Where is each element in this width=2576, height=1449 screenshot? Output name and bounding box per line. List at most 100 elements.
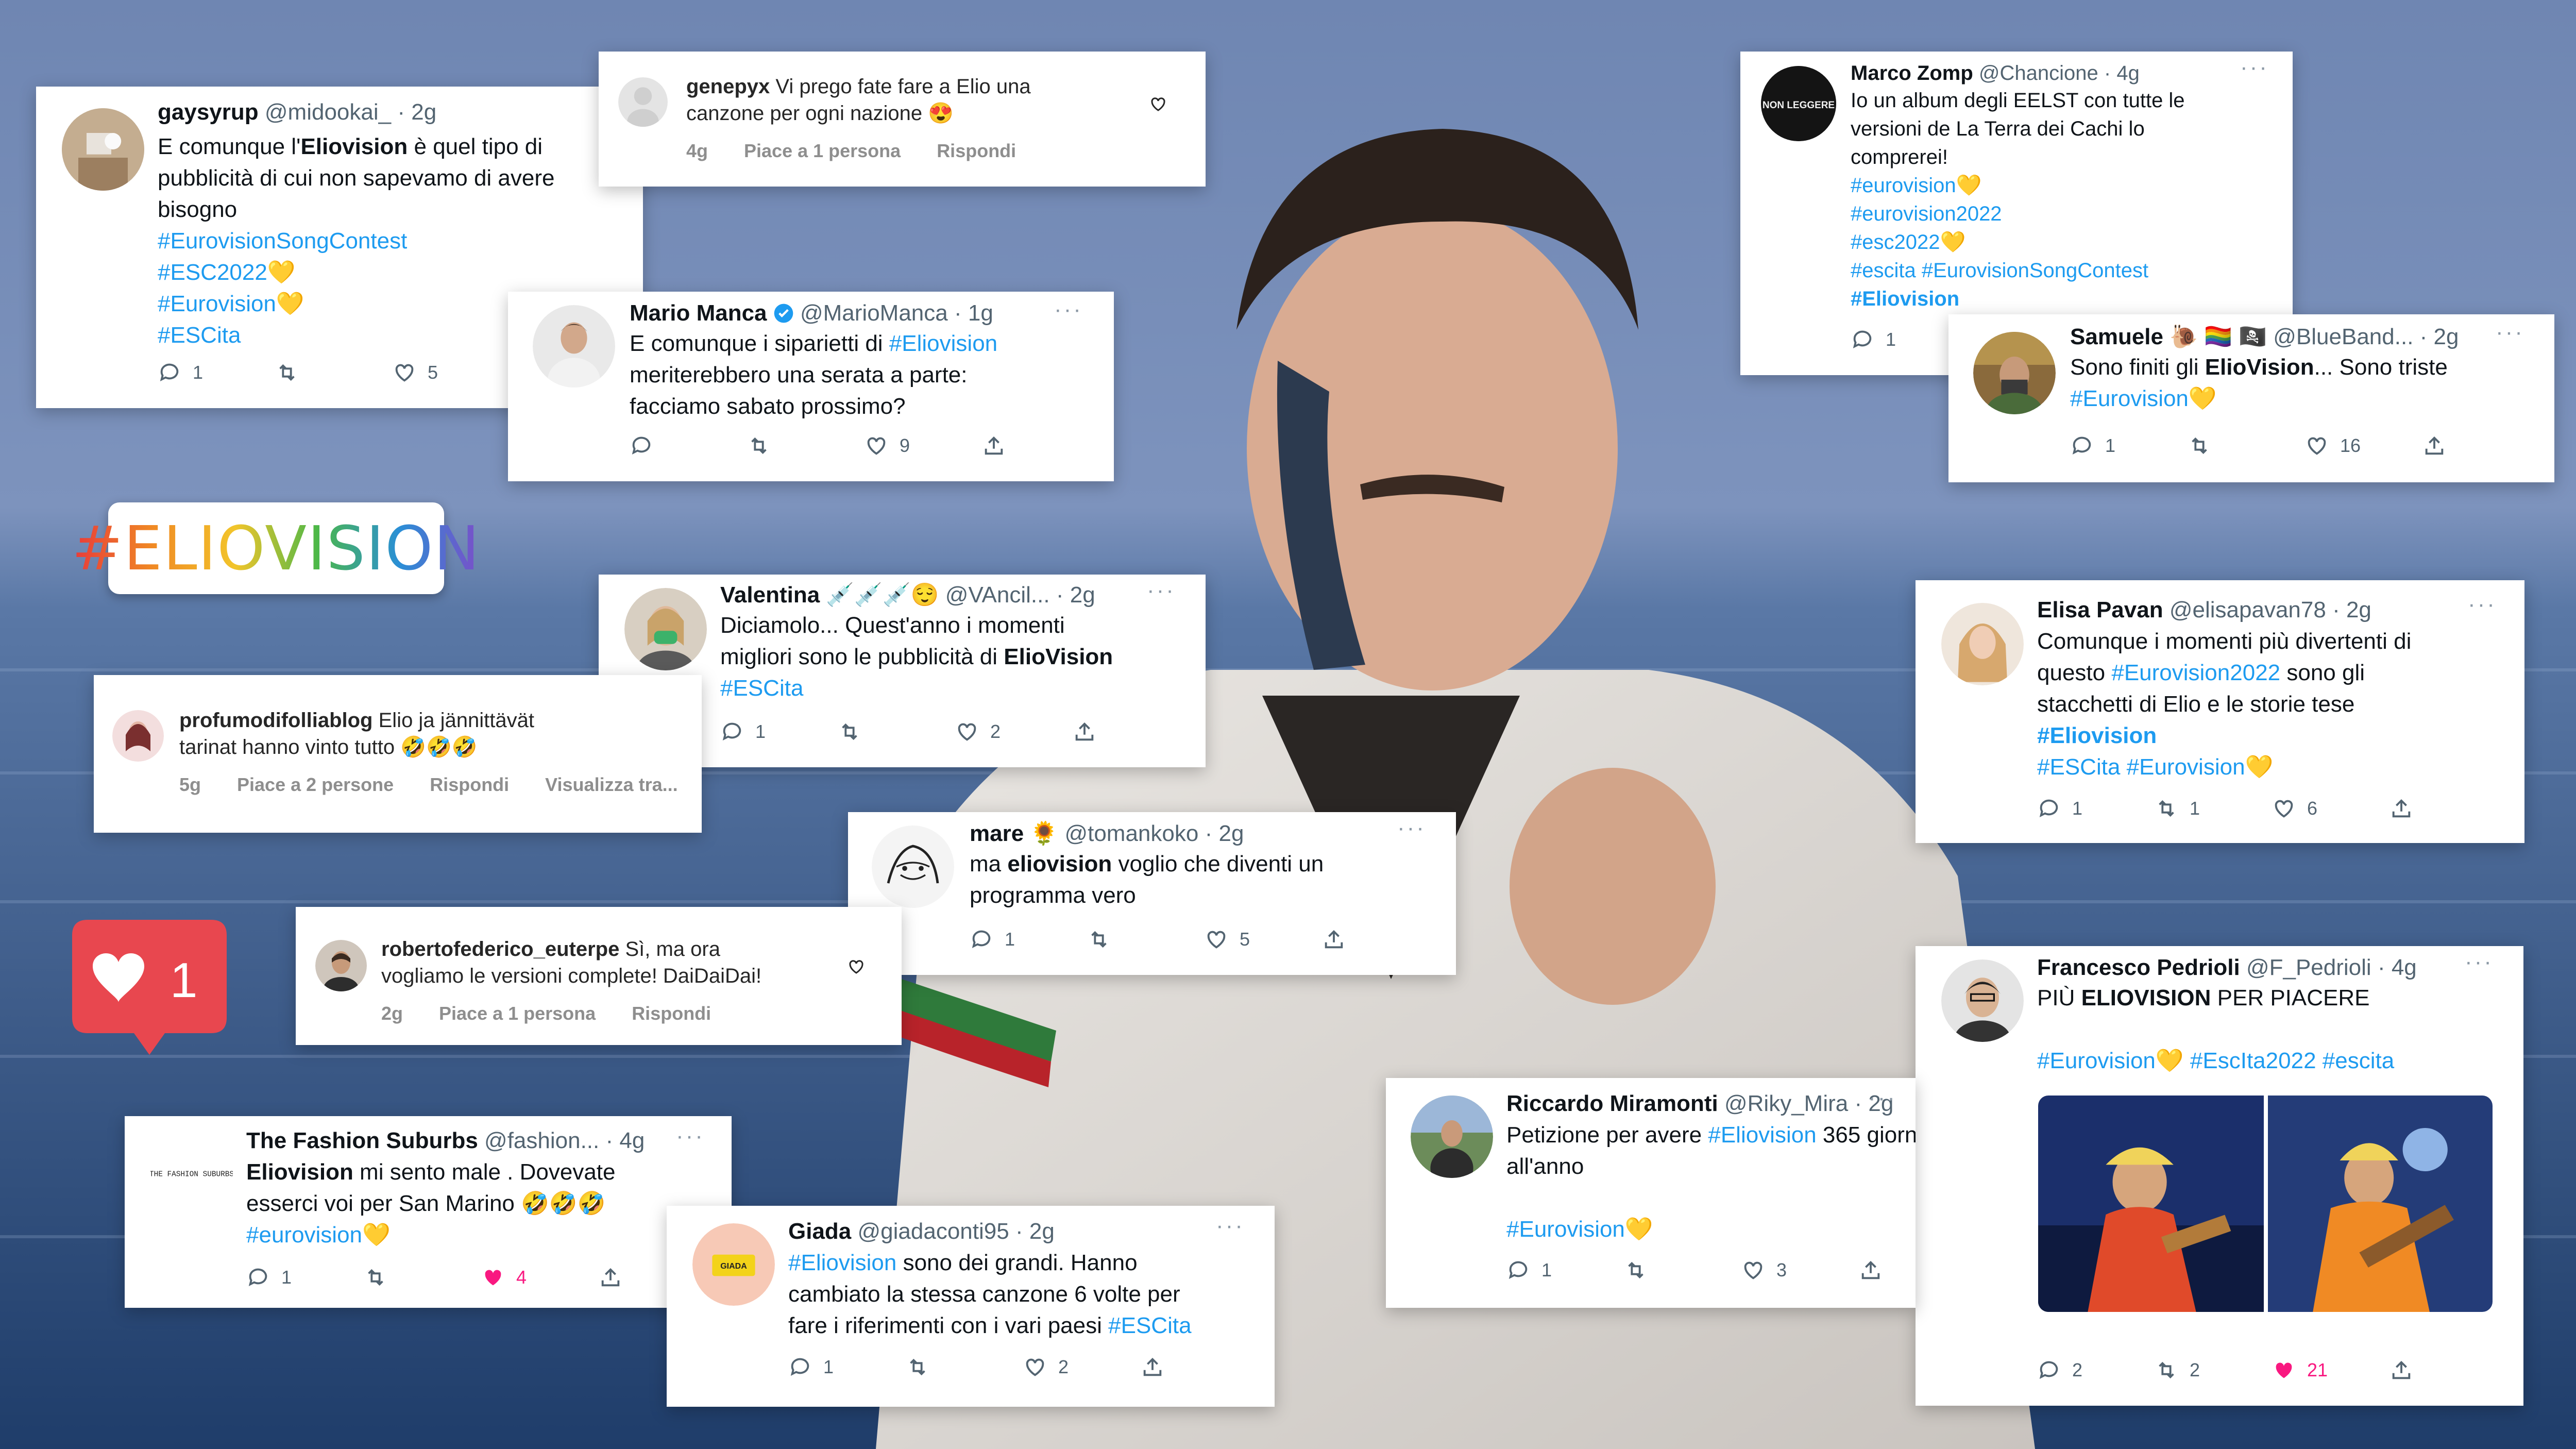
more-options-icon[interactable]: ··· bbox=[1397, 815, 1426, 841]
tweet-time[interactable]: 4g bbox=[2392, 955, 2417, 980]
tweet-card-mario-manca[interactable]: Mario Manca @MarioManca · 1g ··· E comun… bbox=[508, 292, 1114, 481]
user-handle[interactable]: @fashion... bbox=[484, 1128, 599, 1153]
reply-button[interactable]: 1 bbox=[246, 1266, 364, 1289]
reply-button[interactable]: 2 bbox=[2037, 1358, 2155, 1382]
avatar[interactable] bbox=[624, 588, 707, 670]
hashtag-link[interactable]: #ESC2022💛 bbox=[158, 257, 554, 288]
hashtag-link[interactable]: #Eliovision bbox=[788, 1250, 896, 1275]
tweet-time[interactable]: 4g bbox=[2116, 62, 2140, 85]
share-button[interactable] bbox=[982, 434, 1006, 458]
display-name[interactable]: Samuele 🐌 🏳️‍🌈 🏴‍☠️ bbox=[2070, 324, 2267, 349]
like-button[interactable]: 2 bbox=[955, 720, 1073, 744]
heart-icon[interactable] bbox=[1149, 95, 1167, 113]
hashtag-link[interactable]: #Eliovision bbox=[1851, 285, 2185, 313]
share-button[interactable] bbox=[1859, 1258, 1883, 1282]
hashtag-link[interactable]: #ESCita bbox=[1108, 1313, 1191, 1338]
hashtag-link[interactable]: #Eliovision bbox=[2037, 720, 2411, 751]
like-button[interactable]: 6 bbox=[2272, 797, 2389, 820]
more-options-icon[interactable]: ··· bbox=[2496, 319, 2524, 345]
display-name[interactable]: Giada bbox=[788, 1219, 851, 1244]
reply-link[interactable]: Rispondi bbox=[937, 140, 1016, 161]
share-button[interactable] bbox=[1322, 928, 1346, 951]
media-image-left[interactable] bbox=[2038, 1096, 2264, 1312]
display-name[interactable]: Mario Manca bbox=[630, 300, 767, 326]
share-button[interactable] bbox=[2389, 797, 2413, 820]
hashtag-link[interactable]: #EurovisionSongContest bbox=[158, 225, 554, 257]
share-button[interactable] bbox=[1073, 720, 1096, 744]
like-button[interactable]: 21 bbox=[2272, 1358, 2389, 1382]
avatar[interactable] bbox=[1941, 603, 2024, 685]
retweet-button[interactable] bbox=[1624, 1258, 1741, 1282]
hashtag-link[interactable]: #Eurovision💛 bbox=[2070, 383, 2448, 414]
hashtag-link[interactable]: #eurovision💛 bbox=[246, 1219, 616, 1251]
hashtag-link[interactable]: #eurovision💛 bbox=[1851, 172, 2185, 200]
display-name[interactable]: mare 🌻 bbox=[970, 821, 1058, 846]
user-handle[interactable]: @giadaconti95 bbox=[858, 1219, 1009, 1244]
tweet-card-riccardo-miramonti[interactable]: Riccardo Miramonti @Riky_Mira · 2g ··· P… bbox=[1386, 1078, 1916, 1308]
user-handle[interactable]: @midookai_ bbox=[265, 99, 391, 125]
reply-link[interactable]: Rispondi bbox=[632, 1003, 711, 1024]
hashtag-link[interactable]: #ESCita bbox=[720, 672, 1113, 704]
tweet-time[interactable]: 2g bbox=[1218, 821, 1244, 846]
more-options-icon[interactable]: ··· bbox=[2468, 592, 2497, 617]
hashtag-link[interactable]: #escita #EurovisionSongContest bbox=[1851, 257, 2185, 285]
retweet-button[interactable]: 1 bbox=[2155, 797, 2272, 820]
reply-button[interactable]: 1 bbox=[158, 361, 275, 384]
reply-button[interactable]: 1 bbox=[1851, 328, 1896, 351]
user-handle[interactable]: @F_Pedrioli bbox=[2246, 955, 2371, 980]
retweet-button[interactable] bbox=[1087, 928, 1205, 951]
retweet-button[interactable] bbox=[2188, 434, 2305, 458]
retweet-button[interactable] bbox=[275, 361, 393, 384]
reply-button[interactable]: 1 bbox=[2070, 434, 2188, 458]
reply-button[interactable]: 1 bbox=[720, 720, 838, 744]
heart-icon[interactable] bbox=[847, 957, 866, 976]
hashtag-link[interactable]: #Eurovision💛 #EscIta2022 #escita bbox=[2037, 1045, 2394, 1076]
more-options-icon[interactable]: ··· bbox=[1216, 1213, 1245, 1239]
retweet-button[interactable] bbox=[747, 434, 865, 458]
translate-link[interactable]: Visualizza tra... bbox=[545, 774, 677, 795]
tweet-time[interactable]: 4g bbox=[619, 1128, 645, 1153]
tweet-card-giada[interactable]: GIADA Giada @giadaconti95 · 2g ··· #Elio… bbox=[667, 1206, 1275, 1407]
instagram-comment-profumodifolliablog[interactable]: profumodifolliablog Elio ja jännittävät … bbox=[94, 675, 702, 833]
hashtag-link[interactable]: #ESCita bbox=[158, 319, 554, 351]
tweet-time[interactable]: 2g bbox=[1029, 1219, 1055, 1244]
reply-button[interactable]: 1 bbox=[788, 1355, 906, 1379]
avatar[interactable] bbox=[62, 108, 144, 191]
more-options-icon[interactable]: ··· bbox=[676, 1123, 705, 1149]
like-button[interactable]: 4 bbox=[481, 1266, 599, 1289]
avatar[interactable]: THE FASHION SUBURBS bbox=[150, 1132, 233, 1214]
more-options-icon[interactable]: ··· bbox=[1054, 297, 1083, 323]
avatar[interactable] bbox=[872, 825, 954, 908]
more-options-icon[interactable]: ··· bbox=[2240, 55, 2269, 80]
share-button[interactable] bbox=[2389, 1358, 2413, 1382]
like-button[interactable]: 16 bbox=[2305, 434, 2422, 458]
like-button[interactable]: 2 bbox=[1023, 1355, 1141, 1379]
reply-link[interactable]: Rispondi bbox=[430, 774, 509, 795]
likes-count[interactable]: Piace a 2 persone bbox=[237, 774, 394, 795]
instagram-comment-robertofederico[interactable]: robertofederico_euterpe Sì, ma ora vogli… bbox=[296, 907, 902, 1045]
tweet-time[interactable]: 2g bbox=[2434, 324, 2459, 349]
avatar[interactable] bbox=[315, 940, 367, 991]
hashtag-link[interactable]: #Eliovision bbox=[1708, 1122, 1816, 1148]
display-name[interactable]: Riccardo Miramonti bbox=[1506, 1091, 1718, 1116]
tweet-card-francesco-pedrioli[interactable]: Francesco Pedrioli @F_Pedrioli · 4g ··· … bbox=[1916, 946, 2523, 1406]
avatar[interactable]: NON LEGGERE bbox=[1761, 66, 1836, 141]
display-name[interactable]: Valentina 💉💉💉😌 bbox=[720, 582, 939, 608]
likes-count[interactable]: Piace a 1 persona bbox=[439, 1003, 596, 1024]
likes-count[interactable]: Piace a 1 persona bbox=[744, 140, 901, 161]
username[interactable]: genepyx bbox=[686, 75, 770, 98]
avatar[interactable] bbox=[1941, 959, 2024, 1042]
username[interactable]: robertofederico_euterpe bbox=[381, 938, 619, 961]
like-button[interactable]: 3 bbox=[1741, 1258, 1859, 1282]
avatar[interactable] bbox=[618, 77, 668, 127]
retweet-button[interactable] bbox=[906, 1355, 1023, 1379]
tweet-card-elisa-pavan[interactable]: Elisa Pavan @elisapavan78 · 2g ··· Comun… bbox=[1916, 580, 2524, 843]
share-button[interactable] bbox=[599, 1266, 622, 1289]
display-name[interactable]: The Fashion Suburbs bbox=[246, 1128, 478, 1153]
reply-button[interactable]: 1 bbox=[970, 928, 1087, 951]
avatar[interactable] bbox=[112, 710, 164, 762]
reply-button[interactable]: 1 bbox=[1506, 1258, 1624, 1282]
more-options-icon[interactable]: ··· bbox=[1147, 578, 1176, 603]
reply-button[interactable]: 1 bbox=[2037, 797, 2155, 820]
more-options-icon[interactable]: ··· bbox=[1868, 1085, 1897, 1111]
